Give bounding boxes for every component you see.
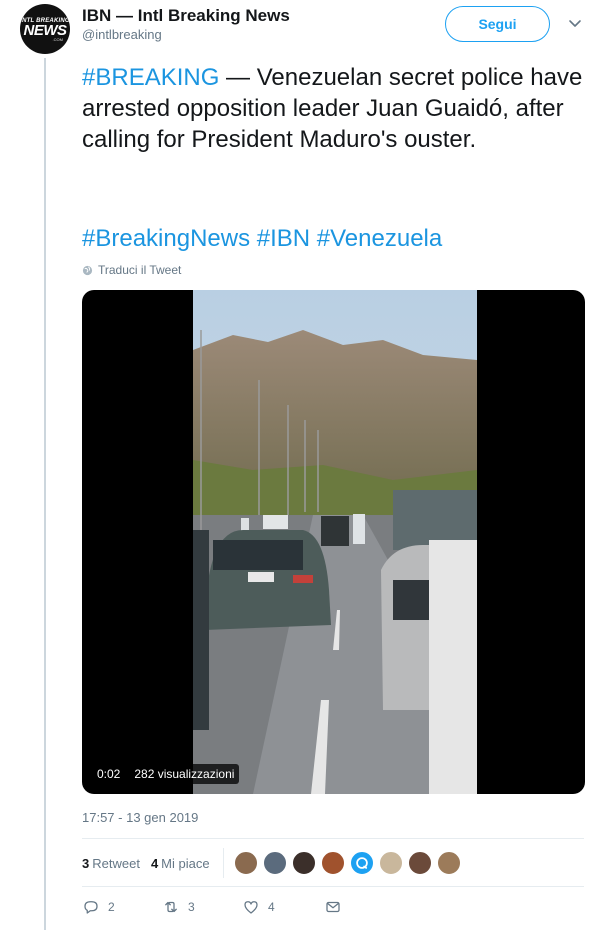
like-button[interactable]: 4 (242, 898, 324, 916)
retweet-icon (165, 901, 177, 913)
avatar[interactable]: INTL BREAKING NEWS .COM (20, 4, 70, 54)
thread-line (44, 58, 46, 930)
heart-icon (244, 901, 258, 914)
video-overlay: 0:02 282 visualizzazioni (92, 764, 240, 784)
globe-icon (82, 265, 93, 275)
video-duration: 0:02 (92, 764, 126, 784)
retweet-button[interactable]: 3 (162, 898, 242, 916)
retweets-count: 3 (82, 855, 90, 871)
translate-link[interactable]: Traduci il Tweet (82, 263, 181, 277)
like-count: 4 (268, 900, 275, 914)
reply-icon (84, 901, 98, 914)
tweet-text: #BREAKING — Venezuelan secret police hav… (82, 62, 592, 155)
liker-avatars (233, 851, 461, 875)
tweet-actions: 2 3 4 (82, 898, 342, 916)
display-name[interactable]: IBN — Intl Breaking News (82, 6, 290, 26)
divider (222, 848, 224, 878)
hashtag-links[interactable]: #BreakingNews #IBN #Venezuela (82, 223, 442, 254)
avatar[interactable] (436, 851, 461, 875)
avatar[interactable] (320, 851, 345, 875)
chevron-down-icon[interactable] (566, 14, 584, 32)
envelope-icon (326, 901, 340, 913)
retweet-count: 3 (188, 900, 195, 914)
follow-button[interactable]: Segui (445, 6, 550, 42)
video-views: 282 visualizzazioni (129, 764, 240, 784)
reply-count: 2 (108, 900, 115, 914)
retweets-stat[interactable]: 3 Retweet (82, 856, 140, 871)
hashtag-link[interactable]: #BREAKING (82, 64, 219, 91)
avatar-logo-tiny: .COM (52, 37, 63, 42)
avatar[interactable] (349, 851, 374, 875)
chat-bubble-icon (355, 857, 368, 869)
likes-label: Mi piace (161, 855, 210, 871)
reply-button[interactable]: 2 (82, 898, 162, 916)
video-player[interactable]: 0:02 282 visualizzazioni (82, 290, 585, 794)
avatar-logo-big: NEWS (23, 22, 68, 39)
user-handle[interactable]: @intlbreaking (82, 27, 290, 42)
tweet-timestamp[interactable]: 17:57 - 13 gen 2019 (82, 810, 198, 825)
tweet-stats: 3 Retweet 4 Mi piace (82, 848, 461, 878)
avatar[interactable] (233, 851, 258, 875)
tweet-header: IBN — Intl Breaking News @intlbreaking (82, 6, 290, 42)
divider (82, 886, 584, 887)
avatar[interactable] (378, 851, 403, 875)
divider (82, 838, 584, 839)
retweets-label: Retweet (92, 855, 140, 871)
translate-label: Traduci il Tweet (98, 263, 182, 277)
avatar[interactable] (291, 851, 316, 875)
message-button[interactable] (324, 898, 342, 916)
avatar[interactable] (407, 851, 432, 875)
video-frame (193, 290, 477, 794)
avatar[interactable] (262, 851, 287, 875)
likes-stat[interactable]: 4 Mi piace (151, 856, 210, 871)
likes-count: 4 (150, 855, 159, 871)
